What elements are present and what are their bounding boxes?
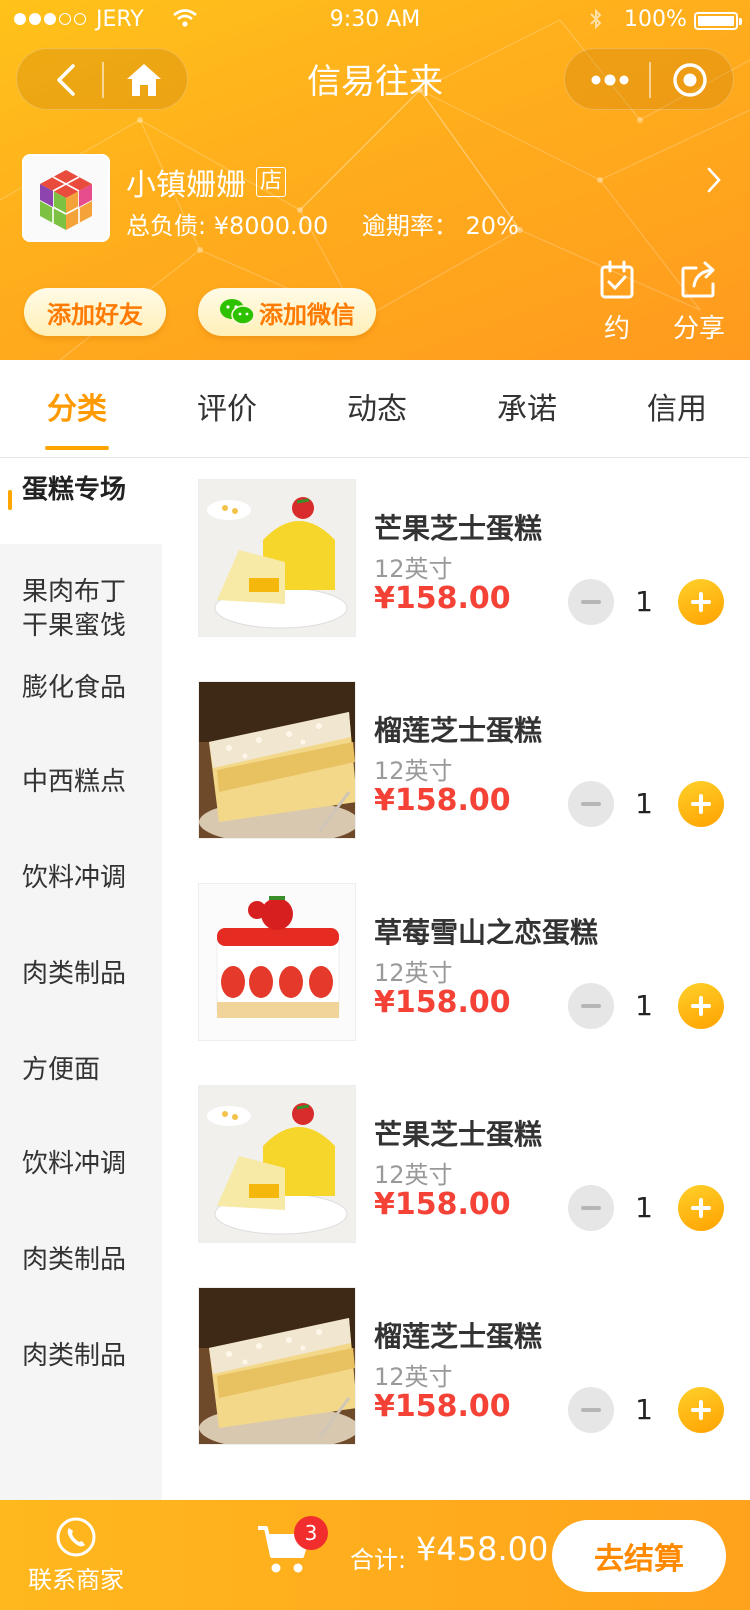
product-image-strawberry-cake: [198, 883, 356, 1041]
product-name: 芒果芝士蛋糕: [374, 1118, 543, 1151]
active-tab-indicator: [45, 446, 109, 450]
sidebar-item-meat[interactable]: 肉类制品: [0, 957, 162, 991]
bottom-cart-bar: 联系商家 3 合计: ¥458.00 去结算: [0, 1500, 750, 1610]
cart-count-badge: 3: [294, 1516, 328, 1550]
product-spec: 12英寸: [374, 959, 453, 987]
store-detail-link[interactable]: [706, 166, 722, 198]
share-icon: [681, 261, 715, 298]
product-spec: 12英寸: [374, 1363, 453, 1391]
sidebar-item-cakes[interactable]: 蛋糕专场: [0, 459, 162, 544]
sidebar-item-meat-2[interactable]: 肉类制品: [0, 1243, 162, 1277]
quantity-value: 1: [635, 787, 653, 820]
quantity-value: 1: [635, 1191, 653, 1224]
product-price: ¥158.00: [374, 1187, 511, 1222]
total-debt: 总负债: ¥8000.00: [126, 212, 329, 240]
tab-reviews[interactable]: 评价: [152, 384, 302, 428]
nav-capsule-right: [564, 48, 734, 110]
tab-updates[interactable]: 动态: [302, 384, 452, 428]
product-name: 草莓雪山之恋蛋糕: [374, 916, 599, 949]
checkout-button[interactable]: 去结算: [552, 1520, 726, 1592]
product-price: ¥158.00: [374, 581, 511, 616]
increase-quantity-button[interactable]: [678, 781, 724, 827]
battery-icon: [694, 12, 742, 30]
total-label: 合计:: [350, 1546, 407, 1574]
more-dots-icon: [591, 74, 629, 86]
quantity-value: 1: [635, 1393, 653, 1426]
store-header: JERY 9:30 AM 100% 信易往来 小镇姗姗 店 总负债: ¥8000…: [0, 0, 750, 360]
store-avatar: [22, 154, 110, 242]
product-item[interactable]: 芒果芝士蛋糕 12英寸 ¥158.00 1: [162, 459, 750, 659]
sidebar-item-meat-3[interactable]: 肉类制品: [0, 1339, 162, 1373]
product-price: ¥158.00: [374, 783, 511, 818]
share-button[interactable]: 分享: [664, 260, 734, 345]
product-spec: 12英寸: [374, 757, 453, 785]
bluetooth-icon: [588, 7, 604, 37]
active-category-indicator: [8, 490, 12, 510]
product-price: ¥158.00: [374, 985, 511, 1020]
quantity-value: 1: [635, 585, 653, 618]
tab-credit[interactable]: 信用: [602, 384, 750, 428]
decrease-quantity-button[interactable]: [568, 781, 614, 827]
product-spec: 12英寸: [374, 1161, 453, 1189]
tab-promises[interactable]: 承诺: [452, 384, 602, 428]
product-spec: 12英寸: [374, 555, 453, 583]
tab-category[interactable]: 分类: [2, 384, 152, 428]
product-name: 芒果芝士蛋糕: [374, 512, 543, 545]
share-label: 分享: [672, 314, 725, 344]
decrease-quantity-button[interactable]: [568, 983, 614, 1029]
total-amount: ¥458.00: [416, 1530, 549, 1568]
battery-percent: 100%: [624, 7, 687, 32]
add-wechat-button[interactable]: 添加微信: [198, 288, 376, 336]
chevron-right-icon: [707, 167, 721, 193]
sidebar-item-drinks-2[interactable]: 饮料冲调: [0, 1147, 162, 1181]
decrease-quantity-button[interactable]: [568, 1387, 614, 1433]
decrease-quantity-button[interactable]: [568, 579, 614, 625]
add-wechat-label: 添加微信: [259, 300, 355, 329]
status-bar: JERY 9:30 AM 100%: [0, 0, 750, 40]
appointment-button[interactable]: 约: [582, 260, 652, 345]
target-circle-icon: [673, 63, 707, 97]
store-type-badge: 店: [256, 167, 287, 197]
wechat-icon: [219, 298, 255, 326]
store-name-text: 小镇姗姗: [126, 168, 246, 203]
product-item[interactable]: 草莓雪山之恋蛋糕 12英寸 ¥158.00 1: [162, 863, 750, 1063]
increase-quantity-button[interactable]: [678, 1185, 724, 1231]
sidebar-item-puffed-food[interactable]: 膨化食品: [0, 671, 162, 705]
overdue-rate: 逾期率： 20%: [361, 212, 519, 240]
sidebar-item-instant-noodles[interactable]: 方便面: [0, 1053, 162, 1087]
tab-bar: 分类 评价 动态 承诺 信用: [0, 360, 750, 458]
product-image-mango-cake: [198, 479, 356, 637]
increase-quantity-button[interactable]: [678, 983, 724, 1029]
contact-merchant-label: 联系商家: [28, 1566, 124, 1594]
increase-quantity-button[interactable]: [678, 1387, 724, 1433]
sidebar-item-pudding[interactable]: 果肉布丁 干果蜜饯: [0, 575, 162, 643]
store-name: 小镇姗姗 店: [126, 160, 287, 204]
decrease-quantity-button[interactable]: [568, 1185, 614, 1231]
product-item[interactable]: 芒果芝士蛋糕 12英寸 ¥158.00 1: [162, 1065, 750, 1265]
sidebar-item-label: 蛋糕专场: [22, 475, 127, 505]
product-name: 榴莲芝士蛋糕: [374, 1320, 543, 1353]
product-item[interactable]: 榴莲芝士蛋糕 12英寸 ¥158.00 1: [162, 661, 750, 861]
calendar-check-icon: [600, 260, 634, 299]
phone-icon: [56, 1517, 96, 1557]
product-image-mango-cake: [198, 1085, 356, 1243]
quantity-value: 1: [635, 989, 653, 1022]
appointment-label: 约: [603, 314, 630, 344]
contact-merchant-button[interactable]: 联系商家: [20, 1516, 132, 1595]
store-credit-summary: 总负债: ¥8000.00 逾期率： 20%: [126, 206, 545, 241]
product-item[interactable]: 榴莲芝士蛋糕 12英寸 ¥158.00 1: [162, 1267, 750, 1467]
sidebar-item-pastries[interactable]: 中西糕点: [0, 765, 162, 799]
more-menu-button[interactable]: [573, 49, 647, 111]
increase-quantity-button[interactable]: [678, 579, 724, 625]
product-image-durian-cake: [198, 681, 356, 839]
category-sidebar: 蛋糕专场 果肉布丁 干果蜜饯 膨化食品 中西糕点 饮料冲调 肉类制品 方便面 饮…: [0, 459, 162, 1500]
add-friend-button[interactable]: 添加好友: [24, 288, 166, 336]
close-miniprogram-button[interactable]: [653, 49, 727, 111]
product-image-durian-cake: [198, 1287, 356, 1445]
product-name: 榴莲芝士蛋糕: [374, 714, 543, 747]
sidebar-item-drinks[interactable]: 饮料冲调: [0, 861, 162, 895]
product-price: ¥158.00: [374, 1389, 511, 1424]
